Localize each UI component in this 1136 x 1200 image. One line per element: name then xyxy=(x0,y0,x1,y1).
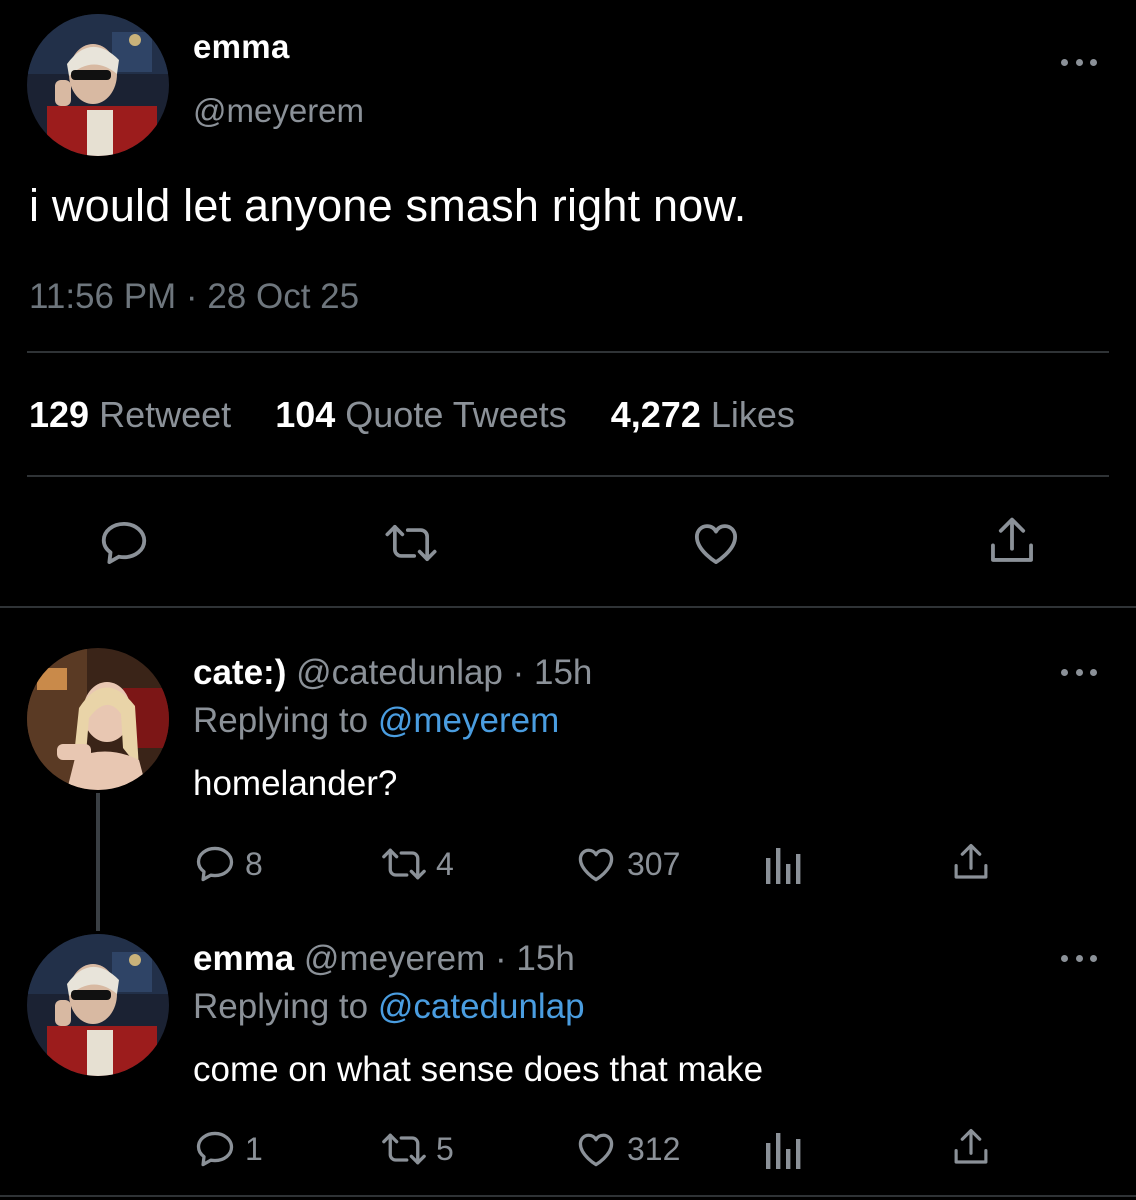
likes-count: 4,272 xyxy=(610,394,701,435)
quote-label: Quote Tweets xyxy=(345,394,567,435)
tweet-timestamp[interactable]: 11:56 PM · 28 Oct 25 xyxy=(29,277,359,317)
mention-link[interactable]: @catedunlap xyxy=(378,987,585,1026)
author-name[interactable]: cate:) xyxy=(193,653,286,692)
retweet-stat[interactable]: 129 Retweet xyxy=(29,394,231,435)
replying-to: Replying to @meyerem xyxy=(193,701,559,741)
retweet-label: Retweet xyxy=(99,394,232,435)
more-options-icon[interactable] xyxy=(1061,666,1097,678)
replying-to: Replying to @catedunlap xyxy=(193,987,585,1027)
retweet-button[interactable]: 4 xyxy=(380,842,454,886)
retweet-icon[interactable] xyxy=(383,516,439,570)
reply-text: homelander? xyxy=(193,764,398,803)
author-meta[interactable]: @catedunlap · 15h xyxy=(296,653,592,692)
analytics-button[interactable] xyxy=(764,846,812,884)
share-icon xyxy=(954,843,988,879)
avatar[interactable] xyxy=(27,14,169,156)
share-icon[interactable] xyxy=(985,514,1039,570)
retweet-count: 5 xyxy=(436,1130,454,1167)
retweet-button[interactable]: 5 xyxy=(380,1127,454,1171)
replying-prefix: Replying to xyxy=(193,987,369,1026)
retweet-count: 129 xyxy=(29,394,90,435)
analytics-icon xyxy=(766,848,801,884)
avatar[interactable] xyxy=(27,648,169,790)
quote-tweets-stat[interactable]: 104 Quote Tweets xyxy=(275,394,567,435)
like-count: 307 xyxy=(627,845,681,882)
share-button[interactable] xyxy=(950,840,1000,886)
reply-icon[interactable] xyxy=(97,516,151,570)
like-icon xyxy=(578,848,614,882)
like-button[interactable]: 307 xyxy=(573,842,680,886)
analytics-button[interactable] xyxy=(764,1131,812,1169)
reply-icon xyxy=(196,1131,234,1167)
reply-text: come on what sense does that make xyxy=(193,1050,764,1089)
more-options-icon[interactable] xyxy=(1061,56,1097,68)
divider xyxy=(27,475,1109,477)
share-icon xyxy=(954,1128,988,1164)
like-count: 312 xyxy=(627,1130,681,1167)
retweet-count: 4 xyxy=(436,845,454,882)
reply-count: 1 xyxy=(245,1130,263,1167)
author-meta[interactable]: @meyerem · 15h xyxy=(304,939,575,978)
tweet-stats: 129 Retweet 104 Quote Tweets 4,272 Likes xyxy=(29,394,795,436)
more-options-icon[interactable] xyxy=(1061,952,1097,964)
like-icon xyxy=(578,1133,614,1167)
reply-header: cate:) @catedunlap · 15h xyxy=(193,653,592,693)
like-icon[interactable] xyxy=(689,516,743,570)
author-name[interactable]: emma xyxy=(193,939,294,978)
divider xyxy=(0,1195,1136,1197)
tweet-detail-page: emma @meyerem i would let anyone smash r… xyxy=(0,0,1136,1200)
reply-count: 8 xyxy=(245,845,263,882)
share-button[interactable] xyxy=(950,1125,1000,1171)
author-handle[interactable]: @meyerem xyxy=(193,92,364,130)
mention-link[interactable]: @meyerem xyxy=(378,701,559,740)
likes-label: Likes xyxy=(710,394,795,435)
reply-icon xyxy=(196,846,234,882)
reply-header: emma @meyerem · 15h xyxy=(193,939,575,979)
reply-button[interactable]: 8 xyxy=(193,842,263,886)
divider xyxy=(27,351,1109,353)
author-name[interactable]: emma xyxy=(193,28,290,66)
retweet-icon xyxy=(382,848,426,880)
retweet-icon xyxy=(382,1133,426,1165)
replying-prefix: Replying to xyxy=(193,701,369,740)
avatar[interactable] xyxy=(27,934,169,1076)
analytics-icon xyxy=(766,1133,801,1169)
reply-button[interactable]: 1 xyxy=(193,1127,263,1171)
thread-line xyxy=(96,793,100,931)
likes-stat[interactable]: 4,272 Likes xyxy=(611,394,795,435)
quote-count: 104 xyxy=(275,394,336,435)
tweet-text: i would let anyone smash right now. xyxy=(29,180,747,231)
divider xyxy=(0,606,1136,608)
like-button[interactable]: 312 xyxy=(573,1127,680,1171)
